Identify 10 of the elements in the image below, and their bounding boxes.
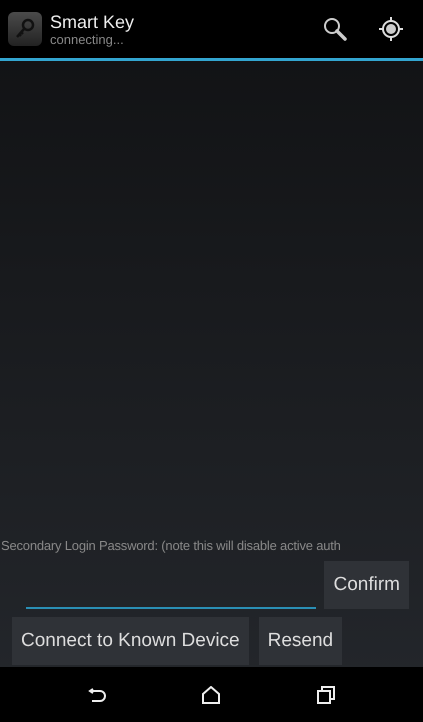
home-icon[interactable] — [201, 686, 222, 704]
app-title: Smart Key — [50, 12, 136, 32]
confirm-button[interactable]: Confirm — [324, 561, 409, 609]
app-logo-icon — [8, 12, 42, 46]
connect-device-button[interactable]: Connect to Known Device — [12, 617, 249, 665]
password-label: Secondary Login Password: (note this will disable active auth — [0, 538, 342, 553]
connection-status: connecting... — [50, 32, 124, 46]
back-icon[interactable] — [88, 686, 106, 702]
recent-apps-icon[interactable] — [317, 686, 336, 704]
resend-button[interactable]: Resend — [258, 617, 342, 665]
